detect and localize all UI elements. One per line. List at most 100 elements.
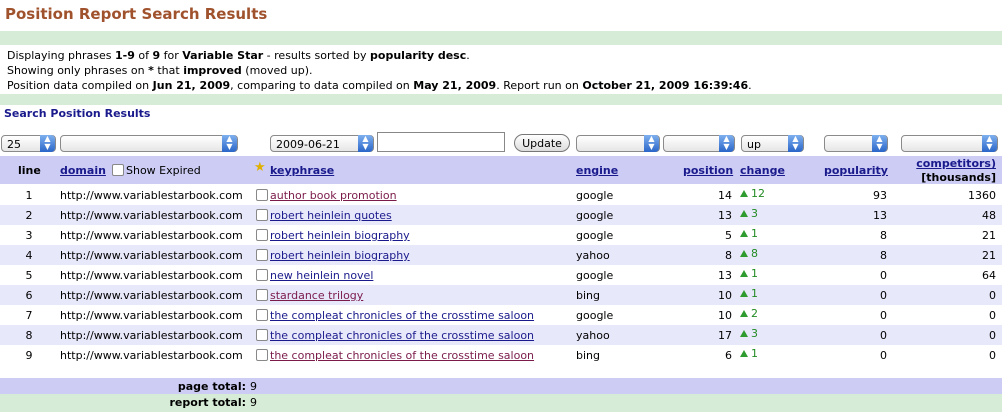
row-popularity: 93 [873,189,887,202]
change-select[interactable]: up ▲ ▼ [741,135,804,152]
row-change: 2 [740,307,758,320]
info-line-3: Position data compiled on Jun 21, 2009, … [7,79,752,92]
row-keyphrase-link[interactable]: the compleat chronicles of the crosstime… [270,309,534,322]
row-keyphrase-link[interactable]: the compleat chronicles of the crosstime… [270,329,534,342]
info-line-2: Showing only phrases on * that improved … [7,64,313,77]
header-domain[interactable]: domain [60,164,106,177]
row-checkbox[interactable] [256,289,268,301]
row-change: 3 [740,327,758,340]
table-row: 3 http://www.variablestarbook.com robert h… [0,225,1002,245]
row-change-value: 1 [751,227,758,240]
date-select[interactable]: 2009-06-21 ▲ ▼ [270,135,374,152]
domain-select[interactable]: ▲ ▼ [60,135,238,152]
row-popularity: 8 [880,249,887,262]
table-row: 5 http://www.variablestarbook.com new hein… [0,265,1002,285]
up-arrow-icon [740,290,748,297]
row-domain: http://www.variablestarbook.com [60,329,243,342]
row-position: 17 [718,329,732,342]
row-domain: http://www.variablestarbook.com [60,349,243,362]
row-checkbox[interactable] [256,329,268,341]
row-domain: http://www.variablestarbook.com [60,189,243,202]
header-competitors[interactable]: competitors) [916,157,996,170]
row-competitors: 0 [989,349,996,362]
popularity-select[interactable]: ▲ ▼ [824,135,888,152]
row-checkbox[interactable] [256,209,268,221]
row-line: 1 [25,189,33,202]
show-expired-checkbox[interactable] [112,164,124,176]
table-row: 1 http://www.variablestarbook.com author b… [0,185,1002,205]
header-competitors-unit: [thousands] [921,171,996,184]
up-arrow-icon [740,190,748,197]
header-keyphrase[interactable]: keyphrase [270,164,334,177]
up-arrow-icon [740,250,748,257]
header-popularity[interactable]: popularity [824,164,888,177]
select-arrows-icon: ▲ ▼ [222,135,237,152]
row-competitors: 21 [982,249,996,262]
row-competitors: 64 [982,269,996,282]
header-change[interactable]: change [740,164,785,177]
row-checkbox[interactable] [256,309,268,321]
row-keyphrase-link[interactable]: author book promotion [270,189,397,202]
row-change: 1 [740,287,758,300]
update-button[interactable]: Update [514,134,570,152]
table-row: 8 http://www.variablestarbook.com the comp… [0,325,1002,345]
up-arrow-icon [740,310,748,317]
row-popularity: 13 [873,209,887,222]
row-line: 3 [25,229,33,242]
row-checkbox[interactable] [256,189,268,201]
row-keyphrase-link[interactable]: new heinlein novel [270,269,373,282]
row-domain: http://www.variablestarbook.com [60,249,243,262]
row-checkbox[interactable] [256,229,268,241]
star-icon: ★ [254,160,266,175]
row-checkbox[interactable] [256,249,268,261]
row-domain: http://www.variablestarbook.com [60,309,243,322]
row-line: 6 [25,289,33,302]
row-keyphrase-link[interactable]: robert heinlein biography [270,229,410,242]
row-competitors: 0 [989,309,996,322]
row-engine: yahoo [576,329,610,342]
row-engine: google [576,209,614,222]
row-position: 13 [718,209,732,222]
row-checkbox[interactable] [256,349,268,361]
select-arrows-icon: ▲ ▼ [982,135,997,152]
row-popularity: 0 [880,349,887,362]
row-keyphrase-link[interactable]: robert heinlein biography [270,249,410,262]
page-size-select[interactable]: 25 ▲ ▼ [1,135,56,152]
row-domain: http://www.variablestarbook.com [60,209,243,222]
page-total-label: page total: [177,380,246,393]
row-popularity: 0 [880,289,887,302]
select-arrows-icon: ▲ ▼ [644,135,659,152]
up-arrow-icon [740,270,748,277]
report-info: Displaying phrases 1-9 of 9 for Variable… [7,48,752,93]
page-title: Position Report Search Results [5,5,268,23]
row-popularity: 0 [880,309,887,322]
keyphrase-filter-input[interactable] [377,132,505,152]
row-keyphrase-link[interactable]: the compleat chronicles of the crosstime… [270,349,534,362]
position-select[interactable]: ▲ ▼ [663,135,735,152]
row-line: 7 [25,309,33,322]
row-keyphrase-link[interactable]: stardance trilogy [270,289,363,302]
row-change-value: 12 [751,187,765,200]
table-row: 6 http://www.variablestarbook.com stardanc… [0,285,1002,305]
row-engine: google [576,189,614,202]
row-competitors: 0 [989,329,996,342]
row-checkbox[interactable] [256,269,268,281]
row-competitors: 0 [989,289,996,302]
select-arrows-icon: ▲ ▼ [40,135,55,152]
header-position[interactable]: position [683,164,733,177]
up-arrow-icon [740,350,748,357]
table-row: 7 http://www.variablestarbook.com the comp… [0,305,1002,325]
engine-select[interactable]: ▲ ▼ [576,135,660,152]
row-change: 12 [740,187,765,200]
header-engine[interactable]: engine [576,164,618,177]
row-change: 1 [740,267,758,280]
row-keyphrase-link[interactable]: robert heinlein quotes [270,209,392,222]
row-position: 5 [725,229,732,242]
info-line-1: Displaying phrases 1-9 of 9 for Variable… [7,49,470,62]
row-position: 10 [718,309,732,322]
competitors-select[interactable]: ▲ ▼ [901,135,998,152]
row-domain: http://www.variablestarbook.com [60,269,243,282]
table-row: 9 http://www.variablestarbook.com the comp… [0,345,1002,365]
row-change: 3 [740,207,758,220]
row-position: 8 [725,249,732,262]
